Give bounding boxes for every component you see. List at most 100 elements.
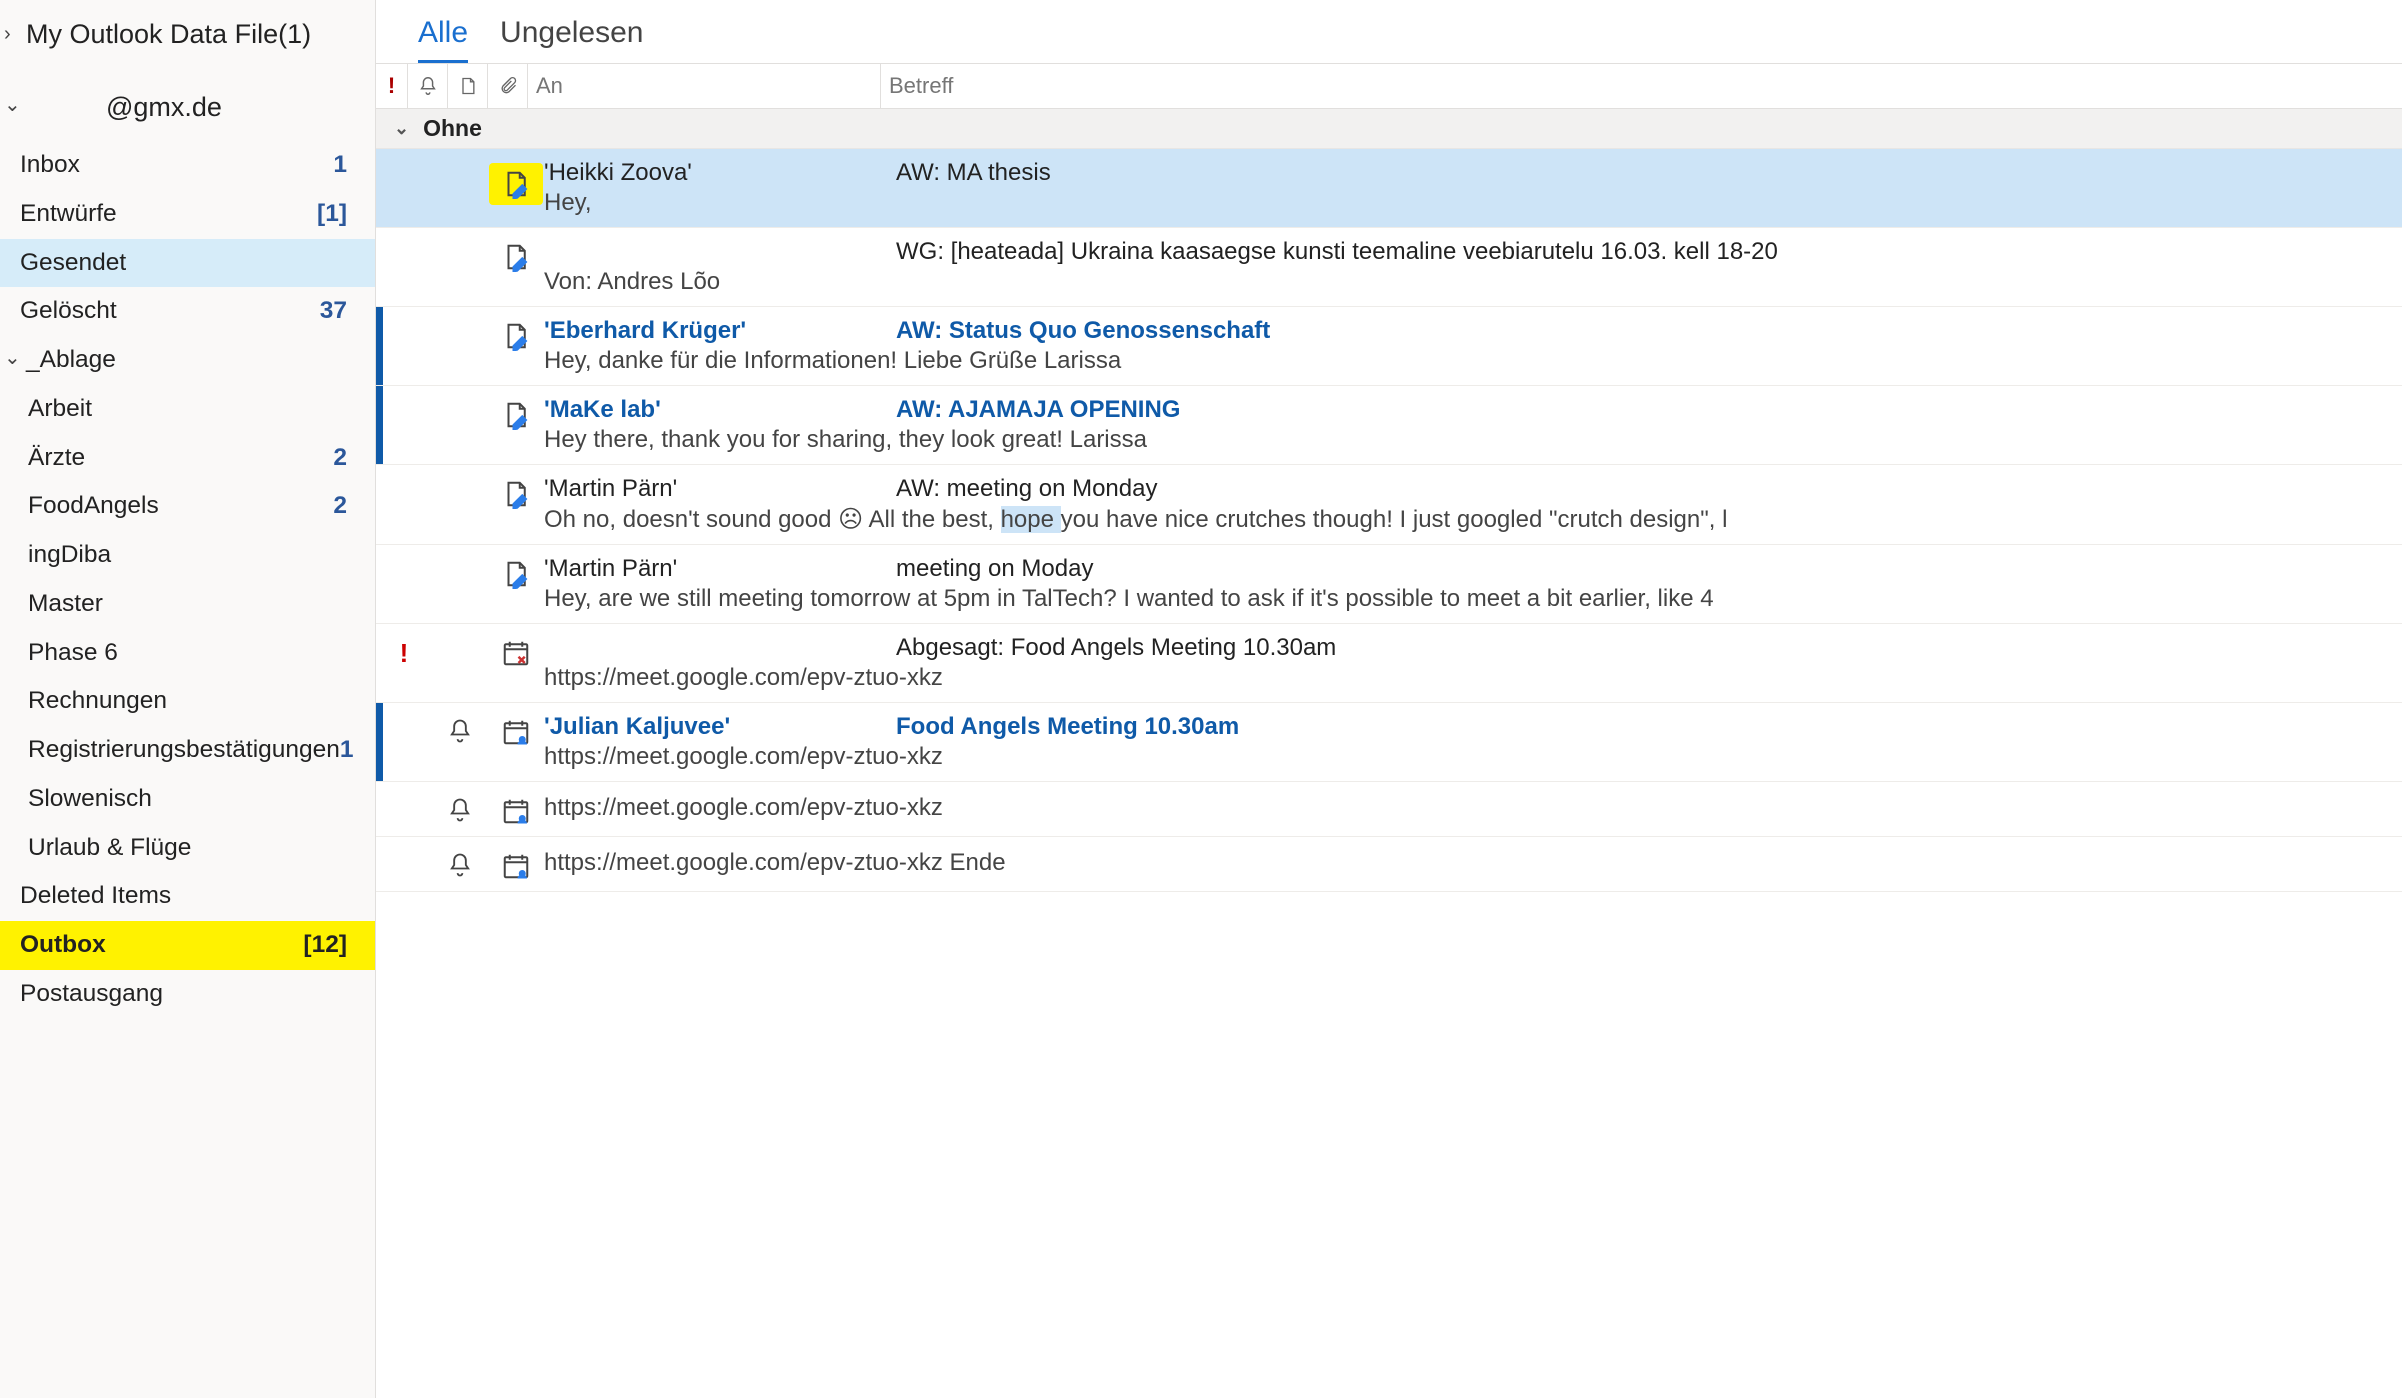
col-reminder[interactable] bbox=[408, 64, 448, 108]
folder-label: Rechnungen bbox=[28, 683, 361, 720]
outbox-label: Outbox bbox=[20, 927, 303, 964]
msg-importance bbox=[376, 847, 432, 881]
msg-importance bbox=[376, 555, 432, 613]
message-row[interactable]: WG: [heateada] Ukraina kaasaegse kunsti … bbox=[376, 228, 2402, 307]
msg-to: 'Julian Kaljuvee' bbox=[544, 713, 896, 741]
chevron-down-icon: ⌄ bbox=[4, 343, 22, 373]
msg-type-icon bbox=[488, 396, 544, 454]
msg-subject: Abgesagt: Food Angels Meeting 10.30am bbox=[896, 634, 2402, 662]
msg-to: 'Martin Pärn' bbox=[544, 475, 896, 503]
deleted-items-folder[interactable]: Deleted Items bbox=[0, 872, 375, 921]
chevron-right-icon: › bbox=[4, 19, 22, 49]
msg-preview: Hey, bbox=[544, 189, 2402, 217]
subfolder-arbeit[interactable]: Arbeit bbox=[0, 385, 375, 434]
col-icon[interactable] bbox=[448, 64, 488, 108]
ablage-folder[interactable]: ⌄ _Ablage bbox=[0, 336, 375, 385]
message-row[interactable]: 'MaKe lab' AW: AJAMAJA OPENING Hey there… bbox=[376, 386, 2402, 465]
msg-importance bbox=[376, 792, 432, 826]
filter-tabs: Alle Ungelesen bbox=[376, 0, 2402, 63]
msg-reminder bbox=[432, 238, 488, 296]
message-row[interactable]: 'Martin Pärn' AW: meeting on Monday Oh n… bbox=[376, 465, 2402, 545]
msg-to: 'Heikki Zoova' bbox=[544, 159, 896, 187]
folder-label: Arbeit bbox=[28, 391, 361, 428]
msg-subject: Food Angels Meeting 10.30am bbox=[896, 713, 2402, 741]
ablage-label: _Ablage bbox=[26, 342, 361, 379]
folder-label: Gesendet bbox=[20, 245, 361, 282]
msg-to bbox=[544, 238, 896, 266]
column-headers: ! An Betreff bbox=[376, 63, 2402, 109]
subfolder-urlaub-fl-ge[interactable]: Urlaub & Flüge bbox=[0, 824, 375, 873]
folder-label: Ärzte bbox=[28, 440, 333, 477]
msg-preview: Hey, danke für die Informationen! Liebe … bbox=[544, 347, 2402, 375]
message-row[interactable]: 'Eberhard Krüger' AW: Status Quo Genosse… bbox=[376, 307, 2402, 386]
msg-reminder bbox=[432, 792, 488, 826]
group-label: Ohne bbox=[423, 115, 482, 142]
message-row[interactable]: https://meet.google.com/epv-ztuo-xkz End… bbox=[376, 837, 2402, 892]
folder-count: [1] bbox=[317, 196, 361, 233]
msg-preview: Hey, are we still meeting tomorrow at 5p… bbox=[544, 585, 2402, 613]
folder-label: Master bbox=[28, 586, 361, 623]
subfolder-slowenisch[interactable]: Slowenisch bbox=[0, 775, 375, 824]
subfolder-master[interactable]: Master bbox=[0, 580, 375, 629]
message-row[interactable]: ! Abgesagt: Food Angels Meeting 10.30am … bbox=[376, 624, 2402, 703]
outbox-count: [12] bbox=[303, 927, 361, 964]
msg-preview: https://meet.google.com/epv-ztuo-xkz bbox=[544, 794, 2402, 822]
outbox-folder[interactable]: Outbox [12] bbox=[0, 921, 375, 970]
msg-preview: Hey there, thank you for sharing, they l… bbox=[544, 426, 2402, 454]
folder-label: Phase 6 bbox=[28, 635, 361, 672]
folder-count: 1 bbox=[340, 732, 368, 769]
msg-type-icon bbox=[488, 238, 544, 296]
folder-count: 1 bbox=[333, 147, 361, 184]
msg-reminder bbox=[432, 847, 488, 881]
bell-icon bbox=[417, 75, 439, 97]
msg-reminder bbox=[432, 396, 488, 454]
account-label: @gmx.de bbox=[26, 87, 361, 128]
col-attachment[interactable] bbox=[488, 64, 528, 108]
folder-entwürfe[interactable]: Entwürfe[1] bbox=[0, 190, 375, 239]
msg-preview: https://meet.google.com/epv-ztuo-xkz bbox=[544, 664, 2402, 692]
folder-inbox[interactable]: Inbox1 bbox=[0, 141, 375, 190]
group-header[interactable]: ⌄ Ohne bbox=[376, 109, 2402, 149]
subfolder-phase-6[interactable]: Phase 6 bbox=[0, 629, 375, 678]
col-importance[interactable]: ! bbox=[376, 64, 408, 108]
msg-importance bbox=[376, 475, 432, 534]
msg-reminder bbox=[432, 713, 488, 771]
folder-count: 2 bbox=[333, 488, 361, 525]
msg-importance bbox=[376, 317, 432, 375]
subfolder-foodangels[interactable]: FoodAngels2 bbox=[0, 482, 375, 531]
msg-to bbox=[544, 634, 896, 662]
subfolder-rechnungen[interactable]: Rechnungen bbox=[0, 677, 375, 726]
account-header[interactable]: ⌄ @gmx.de bbox=[0, 81, 375, 134]
tab-unread[interactable]: Ungelesen bbox=[500, 16, 643, 63]
msg-reminder bbox=[432, 159, 488, 217]
msg-reminder bbox=[432, 475, 488, 534]
message-row[interactable]: https://meet.google.com/epv-ztuo-xkz bbox=[376, 782, 2402, 837]
msg-importance bbox=[376, 713, 432, 771]
message-row[interactable]: 'Julian Kaljuvee' Food Angels Meeting 10… bbox=[376, 703, 2402, 782]
msg-preview: Oh no, doesn't sound good ☹ All the best… bbox=[544, 505, 2402, 534]
subfolder-ingdiba[interactable]: ingDiba bbox=[0, 531, 375, 580]
msg-subject: AW: meeting on Monday bbox=[896, 475, 2402, 503]
subfolder--rzte[interactable]: Ärzte2 bbox=[0, 434, 375, 483]
folder-label: Entwürfe bbox=[20, 196, 317, 233]
col-to[interactable]: An bbox=[528, 64, 881, 108]
message-row[interactable]: 'Martin Pärn' meeting on Moday Hey, are … bbox=[376, 545, 2402, 624]
page-icon bbox=[458, 75, 478, 97]
subfolder-registrierungsbest-tigungen[interactable]: Registrierungsbestätigungen1 bbox=[0, 726, 375, 775]
folder-label: Gelöscht bbox=[20, 293, 320, 330]
message-row[interactable]: 'Heikki Zoova' AW: MA thesis Hey, bbox=[376, 149, 2402, 228]
folder-gesendet[interactable]: Gesendet bbox=[0, 239, 375, 288]
msg-type-icon bbox=[488, 634, 544, 692]
tab-all[interactable]: Alle bbox=[418, 16, 468, 63]
folder-label: Slowenisch bbox=[28, 781, 361, 818]
data-file-header[interactable]: › My Outlook Data File(1) bbox=[0, 8, 375, 61]
postausgang-folder[interactable]: Postausgang bbox=[0, 970, 375, 1019]
col-subject[interactable]: Betreff bbox=[881, 64, 2402, 108]
msg-type-icon bbox=[488, 475, 544, 534]
folder-count: 2 bbox=[333, 440, 361, 477]
folder-gelöscht[interactable]: Gelöscht37 bbox=[0, 287, 375, 336]
folder-label: Urlaub & Flüge bbox=[28, 830, 361, 867]
msg-preview: https://meet.google.com/epv-ztuo-xkz End… bbox=[544, 849, 2402, 877]
msg-to: 'Martin Pärn' bbox=[544, 555, 896, 583]
paperclip-icon bbox=[498, 75, 518, 97]
